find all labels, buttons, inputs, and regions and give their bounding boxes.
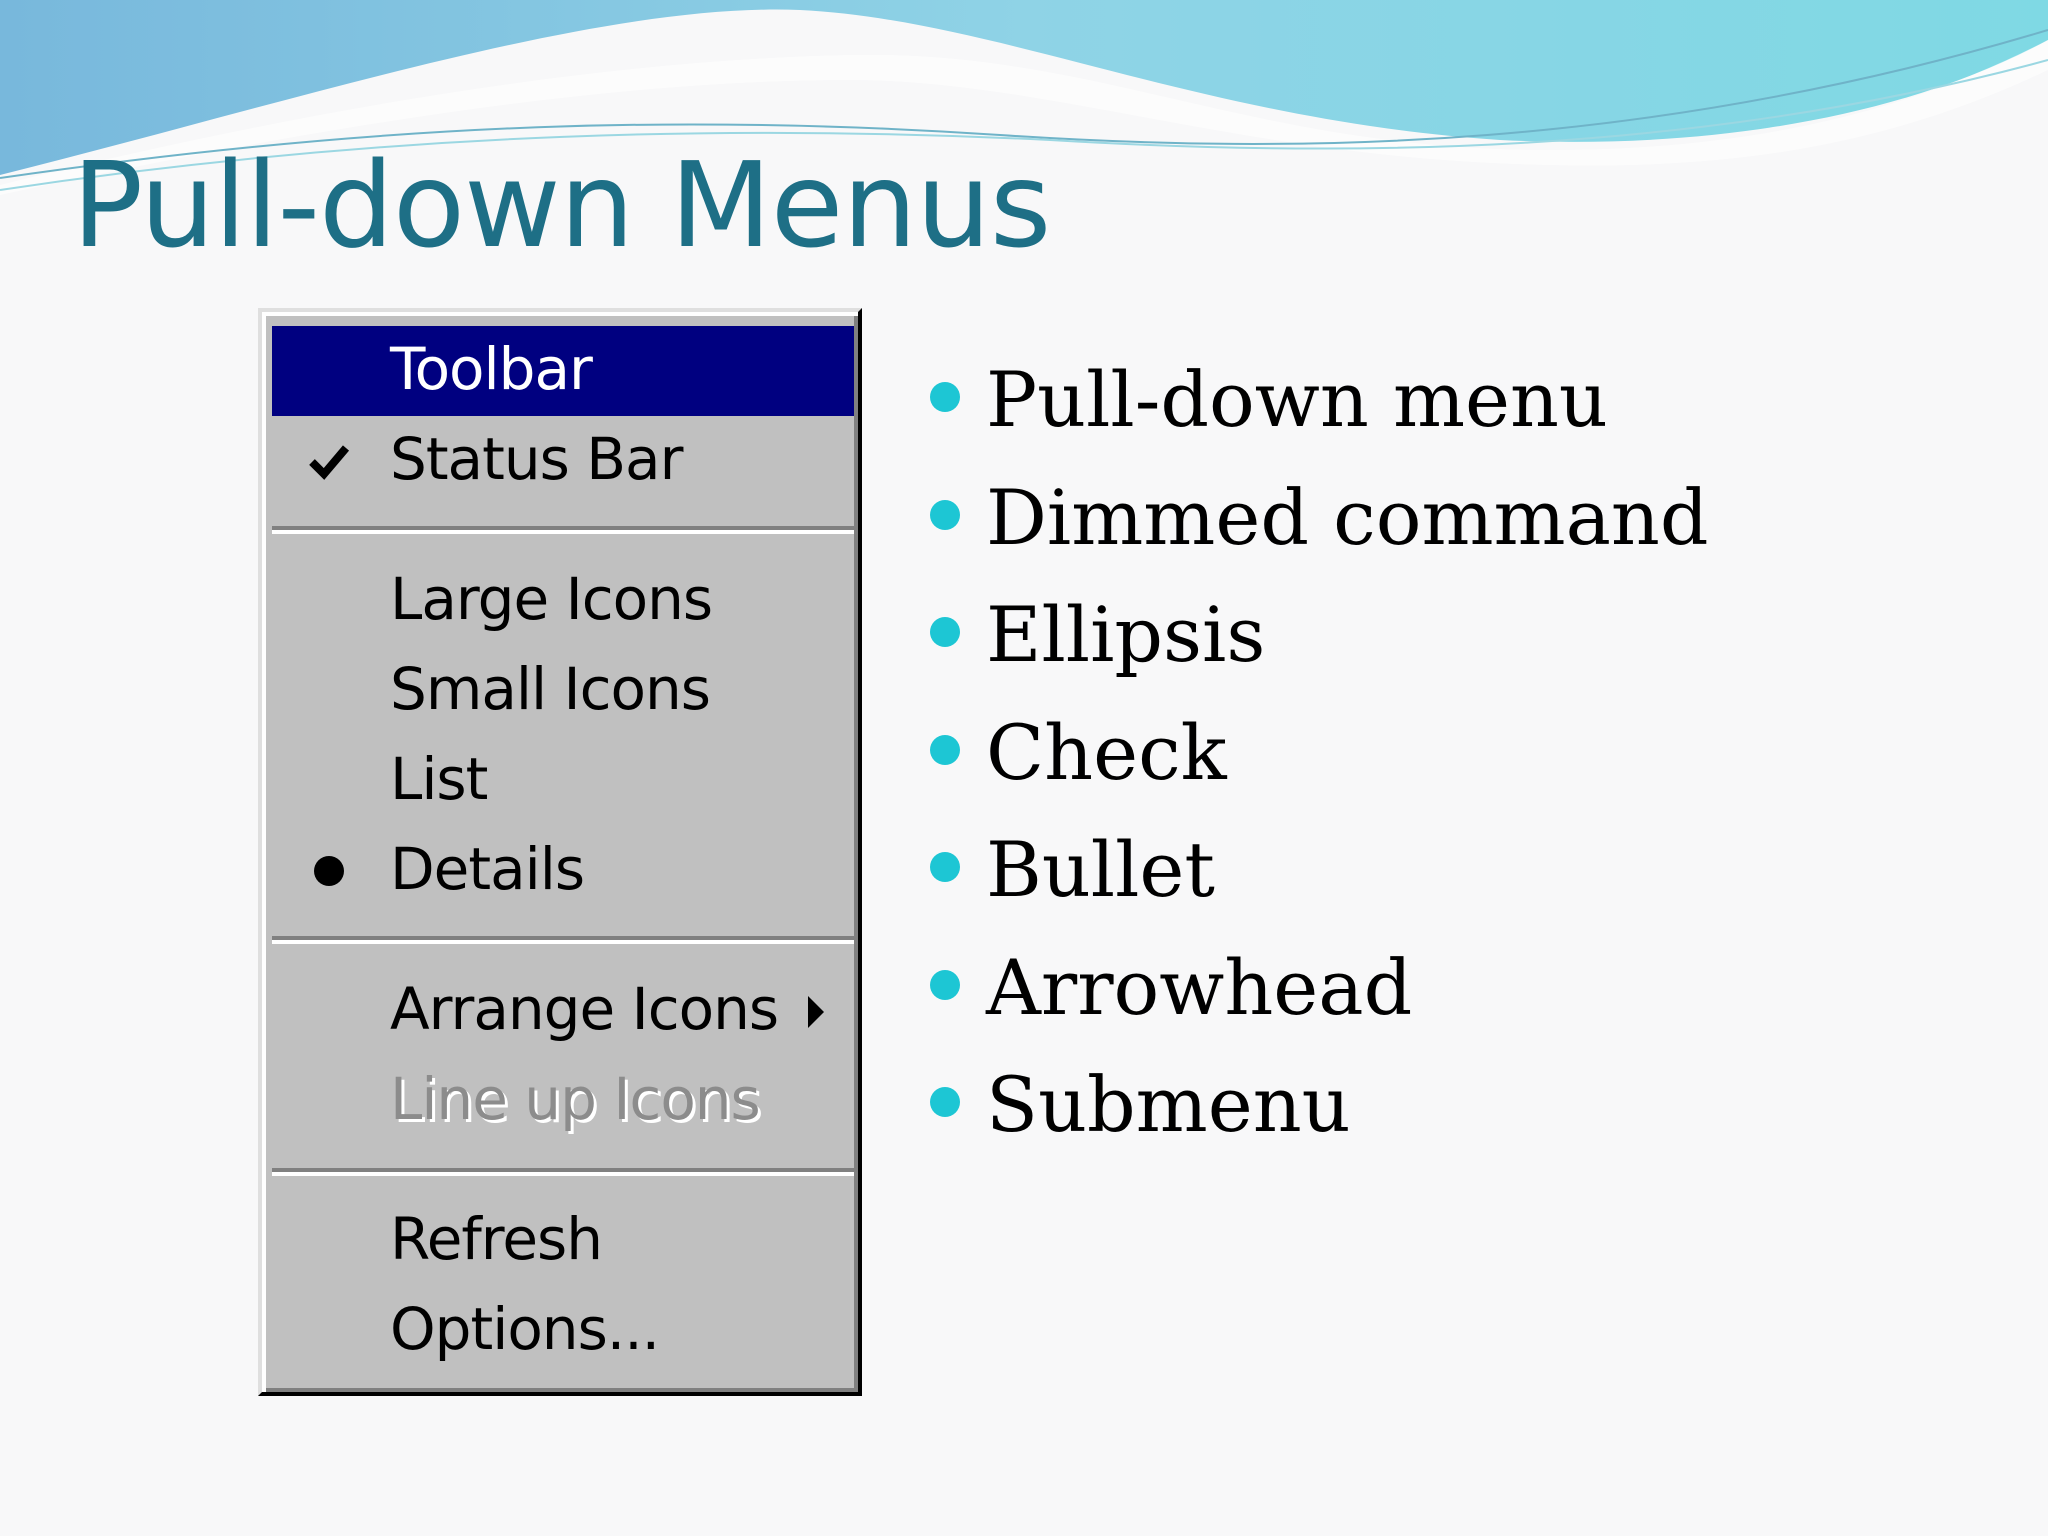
bullet-item: Dimmed command bbox=[930, 470, 1709, 588]
menu-item-label: Refresh bbox=[390, 1205, 603, 1273]
menu-item-label: Small Icons bbox=[390, 655, 711, 723]
menu-item-details[interactable]: Details bbox=[272, 826, 854, 916]
menu-item-label: List bbox=[390, 745, 488, 813]
bullet-item: Bullet bbox=[930, 822, 1709, 940]
menu-item-label: Large Icons bbox=[390, 565, 713, 633]
bullet-text: Arrowhead bbox=[986, 942, 1413, 1032]
menu-item-options[interactable]: Options... bbox=[272, 1286, 854, 1376]
bullet-item: Submenu bbox=[930, 1057, 1709, 1175]
radio-bullet-icon bbox=[306, 848, 352, 894]
bullet-item: Pull-down menu bbox=[930, 352, 1709, 470]
bullet-item: Arrowhead bbox=[930, 940, 1709, 1058]
bullet-list: Pull-down menu Dimmed command Ellipsis C… bbox=[930, 352, 1709, 1175]
submenu-arrow-icon bbox=[808, 996, 824, 1028]
bullet-dot-icon bbox=[930, 499, 960, 530]
bullet-text: Submenu bbox=[986, 1060, 1351, 1149]
menu-separator bbox=[272, 1168, 854, 1176]
bullet-dot-icon bbox=[930, 1087, 960, 1117]
menu-item-label: Arrange Icons bbox=[390, 975, 779, 1043]
menu-item-status-bar[interactable]: Status Bar bbox=[272, 416, 854, 506]
view-pulldown-menu: Toolbar Status Bar Large Icons Small Ico… bbox=[258, 308, 862, 1396]
menu-item-label: Line up Icons bbox=[390, 1065, 761, 1133]
bullet-text: Bullet bbox=[986, 825, 1215, 914]
menu-item-arrange-icons[interactable]: Arrange Icons bbox=[272, 966, 854, 1056]
check-icon bbox=[306, 438, 352, 484]
bullet-dot-icon bbox=[930, 734, 960, 765]
bullet-text: Dimmed command bbox=[986, 472, 1709, 562]
slide-title: Pull-down Menus bbox=[72, 136, 1051, 274]
menu-item-list[interactable]: List bbox=[272, 736, 854, 826]
bullet-dot-icon bbox=[930, 969, 960, 1000]
bullet-text: Pull-down menu bbox=[986, 355, 1608, 444]
menu-separator bbox=[272, 526, 854, 534]
menu-item-label: Details bbox=[390, 835, 585, 903]
bullet-text: Check bbox=[986, 707, 1227, 797]
menu-item-label: Toolbar bbox=[390, 335, 593, 403]
menu-item-label: Options... bbox=[390, 1295, 660, 1363]
bullet-text: Ellipsis bbox=[986, 590, 1266, 679]
menu-item-line-up-icons: Line up Icons bbox=[272, 1056, 854, 1146]
menu-item-large-icons[interactable]: Large Icons bbox=[272, 556, 854, 646]
bullet-dot-icon bbox=[930, 617, 960, 647]
menu-item-refresh[interactable]: Refresh bbox=[272, 1196, 854, 1286]
bullet-item: Check bbox=[930, 705, 1709, 823]
menu-item-small-icons[interactable]: Small Icons bbox=[272, 646, 854, 736]
menu-item-toolbar[interactable]: Toolbar bbox=[272, 326, 854, 416]
bullet-dot-icon bbox=[930, 852, 960, 882]
menu-separator bbox=[272, 936, 854, 944]
menu-item-label: Status Bar bbox=[390, 425, 683, 493]
bullet-dot-icon bbox=[930, 382, 960, 412]
bullet-item: Ellipsis bbox=[930, 587, 1709, 705]
